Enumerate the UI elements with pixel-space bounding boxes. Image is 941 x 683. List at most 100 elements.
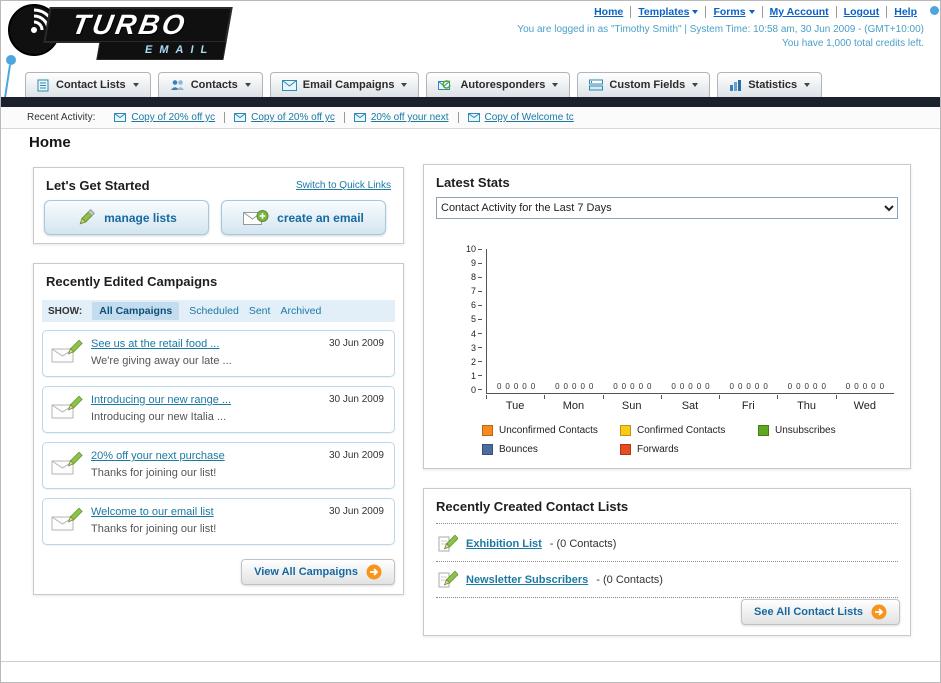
chart-value-group: 00000: [613, 382, 652, 391]
top-link-my-account[interactable]: My Account: [761, 6, 836, 18]
filter-tab-all-campaigns[interactable]: All Campaigns: [92, 302, 180, 320]
tab-contacts[interactable]: Contacts: [157, 72, 263, 97]
recent-activity-item[interactable]: Copy of 20% off yc: [105, 112, 224, 123]
chevron-down-icon: [132, 83, 139, 87]
show-label: SHOW:: [48, 305, 83, 317]
tab-statistics[interactable]: Statistics: [717, 72, 823, 97]
tab-custom-fields[interactable]: Custom Fields: [577, 72, 711, 97]
contact-list-count: - (0 Contacts): [549, 538, 617, 550]
contact-list-count: - (0 Contacts): [596, 574, 663, 586]
contact-list-row[interactable]: Exhibition List - (0 Contacts): [438, 533, 616, 555]
tab-email-campaigns[interactable]: Email Campaigns: [269, 72, 420, 97]
recent-activity-link[interactable]: 20% off your next: [371, 112, 449, 123]
see-all-contact-lists-button[interactable]: See All Contact Lists: [740, 599, 900, 625]
filter-tab-scheduled[interactable]: Scheduled: [189, 305, 239, 317]
stats-period-select[interactable]: Contact Activity for the Last 7 Days: [436, 197, 898, 219]
statistics-icon: [730, 80, 742, 91]
campaign-subtitle: Introducing our new Italia ...: [91, 411, 227, 423]
recent-activity-link[interactable]: Copy of Welcome tc: [485, 112, 574, 123]
contact-lists-panel: Recently Created Contact Lists Exhibitio…: [423, 488, 911, 636]
create-email-button[interactable]: create an email: [221, 200, 386, 235]
forms-link[interactable]: Forms: [713, 6, 745, 18]
chart-y-tick: 3: [458, 343, 482, 352]
chevron-down-icon: [748, 10, 755, 14]
chart-value-group: 00000: [845, 382, 885, 391]
top-link-home[interactable]: Home: [587, 6, 630, 18]
envelope-icon: [281, 79, 297, 91]
legend-swatch: [482, 444, 493, 455]
chart-x-label: Tue: [486, 395, 544, 412]
top-link-help[interactable]: Help: [886, 6, 924, 18]
contact-list-link[interactable]: Exhibition List: [466, 538, 542, 550]
recent-activity-label: Recent Activity:: [27, 112, 96, 123]
contact-activity-chart: 10 9 8 7 6 5 4 3 2 1 0 000000000000000000000000000…: [436, 245, 898, 421]
campaign-item[interactable]: Welcome to our email list Thanks for joi…: [42, 498, 395, 545]
my-account-link[interactable]: My Account: [770, 6, 829, 18]
campaign-title-link[interactable]: 20% off your next purchase: [91, 450, 225, 462]
header: TURBO EMAIL Home Templates Forms My Acco…: [1, 1, 940, 112]
chart-value-group: 00000: [787, 382, 826, 391]
content-bottom-divider: [1, 661, 940, 662]
top-link-logout[interactable]: Logout: [835, 6, 887, 18]
campaign-item[interactable]: See us at the retail food ... We're givi…: [42, 330, 395, 377]
arrow-right-icon: [871, 604, 887, 620]
chart-y-tick: 1: [458, 371, 482, 380]
chevron-down-icon: [244, 83, 251, 87]
chart-y-tick: 7: [458, 287, 482, 296]
recent-activity-item[interactable]: 20% off your next: [343, 112, 458, 123]
campaign-item[interactable]: 20% off your next purchase Thanks for jo…: [42, 442, 395, 489]
recent-activity-item[interactable]: Copy of 20% off yc: [224, 112, 344, 123]
logo-text: TURBO EMAIL: [40, 7, 233, 60]
campaign-item[interactable]: Introducing our new range ... Introducin…: [42, 386, 395, 433]
autoresponder-icon: [438, 80, 452, 90]
login-info: You are logged in as "Timothy Smith" | S…: [517, 24, 924, 35]
manage-lists-button[interactable]: manage lists: [44, 200, 209, 235]
recent-activity-link[interactable]: Copy of 20% off yc: [251, 112, 335, 123]
view-all-campaigns-label: View All Campaigns: [254, 566, 358, 578]
chart-y-tick: 6: [458, 301, 482, 310]
contacts-icon: [170, 80, 184, 90]
legend-item: Confirmed Contacts: [620, 425, 758, 436]
contact-list-row[interactable]: Newsletter Subscribers - (0 Contacts): [438, 569, 663, 591]
envelope-pencil-icon: [51, 508, 83, 531]
recent-activity-item[interactable]: Copy of Welcome tc: [457, 112, 583, 123]
legend-swatch: [482, 425, 493, 436]
campaign-title-link[interactable]: See us at the retail food ...: [91, 338, 219, 350]
switch-quick-links[interactable]: Switch to Quick Links: [296, 180, 391, 191]
logo-turbo-text: TURBO: [43, 7, 233, 43]
filter-tab-archived[interactable]: Archived: [280, 305, 321, 317]
tab-contact-lists[interactable]: Contact Lists: [25, 72, 151, 97]
latest-stats-panel: Latest Stats Contact Activity for the La…: [423, 164, 911, 469]
contact-list-link[interactable]: Newsletter Subscribers: [466, 574, 588, 586]
help-link[interactable]: Help: [894, 6, 917, 18]
home-link[interactable]: Home: [594, 6, 623, 18]
view-all-campaigns-button[interactable]: View All Campaigns: [241, 559, 395, 585]
top-link-templates[interactable]: Templates: [630, 6, 705, 18]
legend-item: Unsubscribes: [758, 425, 896, 436]
contact-lists-title: Recently Created Contact Lists: [436, 499, 629, 514]
logout-link[interactable]: Logout: [844, 6, 880, 18]
chart-y-tick: 9: [458, 259, 482, 268]
filter-tab-sent[interactable]: Sent: [249, 305, 271, 317]
page-title: Home: [29, 134, 71, 151]
tab-label: Statistics: [748, 79, 798, 91]
credits-info: You have 1,000 total credits left.: [782, 38, 924, 49]
top-link-forms[interactable]: Forms: [705, 6, 761, 18]
campaigns-panel: Recently Edited Campaigns SHOW: All Camp…: [33, 263, 404, 595]
create-email-label: create an email: [277, 210, 364, 225]
chart-legend: Unconfirmed Contacts Confirmed Contacts Un…: [482, 425, 906, 463]
chart-x-label: Thu: [777, 395, 835, 412]
templates-link[interactable]: Templates: [638, 6, 689, 18]
campaign-title-link[interactable]: Introducing our new range ...: [91, 394, 231, 406]
chevron-down-icon: [804, 83, 811, 87]
arrow-right-icon: [366, 564, 382, 580]
main-nav: Contact Lists Contacts Email Campaigns A…: [1, 71, 940, 97]
envelope-pencil-icon: [51, 452, 83, 475]
chart-y-axis: 10 9 8 7 6 5 4 3 2 1 0: [458, 245, 482, 394]
envelope-icon: [234, 113, 247, 122]
envelope-pencil-icon: [51, 396, 83, 419]
tab-autoresponders[interactable]: Autoresponders: [426, 72, 571, 97]
recent-activity-link[interactable]: Copy of 20% off yc: [131, 112, 215, 123]
campaign-title-link[interactable]: Welcome to our email list: [91, 506, 214, 518]
get-started-title: Let's Get Started: [46, 178, 150, 193]
